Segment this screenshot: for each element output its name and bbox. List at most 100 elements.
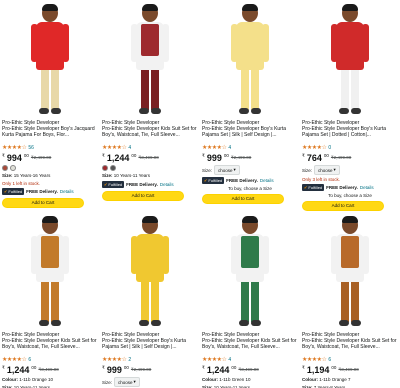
details-link[interactable]: Details [360,185,374,190]
kurta-shirt [336,22,364,70]
left-shoe [39,108,49,114]
rating-row[interactable]: ★★★★☆ 4 [202,357,298,363]
pants-left-leg [41,280,49,322]
right-shoe [51,320,61,326]
product-image[interactable] [102,0,198,116]
size-dropdown-value: choose [318,167,333,173]
price-fraction: 00 [331,365,337,370]
product-image[interactable] [302,212,398,328]
product-name-link[interactable]: Pro-Ethic Style Developer Kids Suit Set … [102,126,197,138]
size-dropdown[interactable]: choose ▾ [314,165,340,175]
price-row: ₹1,244 00 ₹3,499.00 [102,153,198,163]
product-image[interactable] [302,0,398,116]
fulfilled-label: Fulfilled [308,185,323,190]
rating-count[interactable]: 4 [128,145,131,151]
color-swatch[interactable] [2,165,8,171]
list-price: ₹2,499.00 [30,155,52,160]
product-image[interactable] [102,212,198,328]
price-row: ₹999 00 ₹2,499.00 [202,153,298,163]
model-hair [242,216,258,223]
details-link[interactable]: Details [160,182,174,187]
rating-count[interactable]: 56 [28,145,34,151]
rating-count[interactable]: 4 [228,145,231,151]
rating-count[interactable]: 2 [128,357,131,363]
product-title[interactable]: Pro-Ethic Style Developer Pro-Ethic Style… [202,120,298,144]
rating-row[interactable]: ★★★★☆ 6 [302,357,398,363]
color-swatch[interactable] [10,165,16,171]
details-link[interactable]: Details [60,189,74,194]
model-hair [342,4,358,11]
add-to-cart-button[interactable]: Add to Cart [2,198,84,208]
pants-left-leg [241,280,249,322]
product-card: Pro-Ethic Style Developer Pro-Ethic Style… [102,212,198,388]
pants-right-leg [51,68,59,110]
rating-row[interactable]: ★★★★☆ 2 [102,357,198,363]
right-shoe [151,108,161,114]
details-link[interactable]: Details [260,178,274,183]
product-card: Pro-Ethic Style Developer Pro-Ethic Style… [302,212,398,388]
left-shoe [139,108,149,114]
stock-status: Only 1 left in stock. [2,181,41,186]
pants-right-leg [51,280,59,322]
add-to-cart-button[interactable]: Add to Cart [302,201,384,211]
rating-row[interactable]: ★★★★☆ 56 [2,145,98,151]
model-hair [42,4,58,11]
size-dropdown-value: choose [218,167,233,173]
product-card: Pro-Ethic Style Developer Pro-Ethic Style… [202,212,298,388]
rating-row[interactable]: ★★★★☆ 4 [102,145,198,151]
check-icon: ✔ [104,182,108,187]
product-title[interactable]: Pro-Ethic Style Developer Pro-Ethic Style… [202,332,298,356]
product-title[interactable]: Pro-Ethic Style Developer Pro-Ethic Style… [102,332,198,356]
check-icon: ✔ [304,185,308,190]
left-shoe [139,320,149,326]
product-image[interactable] [2,0,98,116]
star-rating-icon: ★★★★☆ [2,145,27,151]
size-dropdown[interactable]: choose ▾ [214,165,240,175]
size-dropdown[interactable]: choose ▾ [114,377,140,387]
price-fraction: 00 [231,365,237,370]
product-name-link[interactable]: Pro-Ethic Style Developer Kids Suit Set … [302,338,397,350]
product-name-link[interactable]: Pro-Ethic Style Developer Boy's Jacquard… [2,126,95,138]
product-name-link[interactable]: Pro-Ethic Style Developer Kids Suit Set … [2,338,97,350]
add-to-cart-button[interactable]: Add to Cart [202,194,284,204]
product-title[interactable]: Pro-Ethic Style Developer Pro-Ethic Style… [302,332,398,356]
rating-row[interactable]: ★★★★☆ 4 [202,145,298,151]
product-name-link[interactable]: Pro-Ethic Style Developer Boy's Kurta Pa… [102,338,186,350]
fulfilled-label: Fulfilled [208,178,223,183]
rating-row[interactable]: ★★★★☆ 6 [2,357,98,363]
currency-symbol: ₹ [102,153,105,158]
product-name-link[interactable]: Pro-Ethic Style Developer Kids Suit Set … [202,338,297,350]
right-shoe [151,320,161,326]
product-name-link[interactable]: Pro-Ethic Style Developer Boy's Kurta Pa… [302,126,386,138]
product-image[interactable] [202,212,298,328]
price-whole: 764 [306,153,322,163]
product-image[interactable] [2,212,98,328]
model-hair [242,4,258,11]
product-title[interactable]: Pro-Ethic Style Developer Pro-Ethic Style… [302,120,398,144]
product-model-figure [130,4,170,116]
product-name-link[interactable]: Pro-Ethic Style Developer Boy's Kurta Pa… [202,126,286,138]
rating-count[interactable]: 4 [228,357,231,363]
rating-count[interactable]: 6 [28,357,31,363]
add-to-cart-button[interactable]: Add to Cart [102,191,184,201]
rating-row[interactable]: ★★★★☆ 0 [302,145,398,151]
product-image[interactable] [202,0,298,116]
list-price: ₹2,499.00 [230,155,252,160]
delivery-row: ✔ Fulfilled FREE Delivery. Details [202,177,298,184]
color-swatch[interactable] [102,165,108,171]
right-shoe [351,320,361,326]
product-title[interactable]: Pro-Ethic Style Developer Pro-Ethic Style… [2,120,98,144]
price-fraction: 00 [123,365,129,370]
choose-size-note: To buy, choose a Size [328,193,372,198]
right-shoe [51,108,61,114]
rating-count[interactable]: 0 [328,145,331,151]
size-dropdown-value: choose [118,379,133,385]
product-title[interactable]: Pro-Ethic Style Developer Pro-Ethic Style… [2,332,98,356]
colour-value: 1-11b Orange 7 [319,377,351,382]
rating-count[interactable]: 6 [328,357,331,363]
color-swatch[interactable] [110,165,116,171]
size-label: Size: [202,167,213,173]
product-title[interactable]: Pro-Ethic Style Developer Pro-Ethic Style… [102,120,198,144]
left-shoe [339,108,349,114]
pants-left-leg [341,280,349,322]
